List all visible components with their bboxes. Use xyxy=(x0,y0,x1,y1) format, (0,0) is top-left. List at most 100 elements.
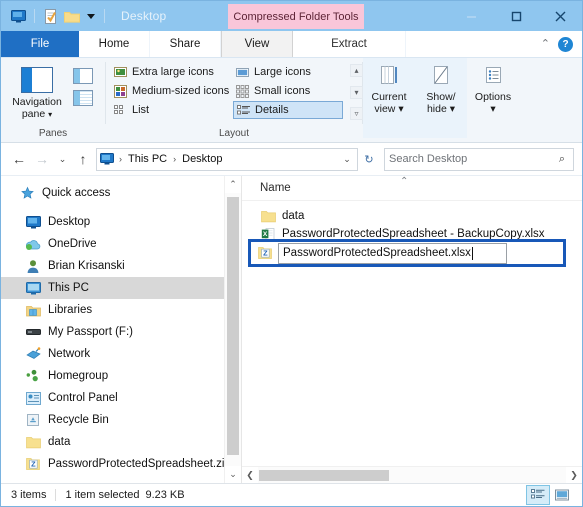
minimize-button[interactable] xyxy=(450,1,494,31)
sort-ascending-icon: ⌃ xyxy=(400,176,409,187)
layout-medium-icons[interactable]: Medium-sized icons xyxy=(111,82,233,100)
navigation-pane: Quick access Desktop OneDrive Brian Kris… xyxy=(1,176,241,483)
sidebar-item-network[interactable]: Network xyxy=(1,343,241,365)
scrollbar-track[interactable] xyxy=(225,193,241,466)
chevron-down-icon[interactable]: ▾ xyxy=(450,103,455,115)
options-button[interactable]: Options ▾ xyxy=(467,58,519,138)
current-view-button[interactable]: Current view ▾ xyxy=(363,58,415,138)
scrollbar-thumb[interactable] xyxy=(259,470,389,481)
sidebar-item-label: Network xyxy=(48,348,91,360)
search-icon: ⌕ xyxy=(558,152,566,165)
layout-gallery-scroll[interactable]: ▴ ▾ ▿ xyxy=(350,63,363,120)
breadcrumb-desktop[interactable]: Desktop xyxy=(180,153,224,165)
collapse-ribbon-icon[interactable]: ⌃ xyxy=(541,38,550,50)
close-button[interactable] xyxy=(538,1,582,31)
homegroup-icon xyxy=(25,368,41,384)
chevron-down-icon[interactable]: ▾ xyxy=(48,110,52,119)
address-bar[interactable]: › This PC › Desktop ⌄ xyxy=(96,147,358,171)
sidebar-item-password-protected-spreadsheet-zip[interactable]: Z PasswordProtectedSpreadsheet.zip xyxy=(1,453,241,475)
forward-button[interactable]: → xyxy=(32,148,52,170)
sidebar-item-control-panel[interactable]: Control Panel xyxy=(1,387,241,409)
tab-extract[interactable]: Extract xyxy=(293,31,406,57)
tab-share[interactable]: Share xyxy=(150,31,221,57)
sidebar-item-quick-access[interactable]: Quick access xyxy=(1,182,241,204)
large-icons-view-button[interactable] xyxy=(551,486,573,504)
breadcrumb-this-pc[interactable]: This PC xyxy=(126,153,169,165)
navigation-pane-scrollbar[interactable]: ⌃ ⌄ xyxy=(224,176,241,483)
new-folder-icon[interactable] xyxy=(63,8,80,25)
qat-divider xyxy=(34,9,35,23)
details-icon xyxy=(237,104,250,117)
ribbon-group-panes: Navigation pane ▾ Panes xyxy=(1,58,105,142)
gallery-expand-icon[interactable]: ▿ xyxy=(350,107,363,120)
scroll-up-icon[interactable]: ⌃ xyxy=(225,176,241,193)
chevron-down-icon[interactable]: ▾ xyxy=(490,103,495,115)
refresh-icon[interactable]: ↻ xyxy=(361,153,377,166)
layout-large-icons[interactable]: Large icons xyxy=(233,63,343,81)
layout-label: Details xyxy=(255,104,289,116)
address-dropdown-icon[interactable]: ⌄ xyxy=(340,154,354,165)
show-hide-button[interactable]: Show/ hide ▾ xyxy=(415,58,467,138)
details-pane-button[interactable] xyxy=(73,90,93,106)
chevron-down-icon[interactable]: ▾ xyxy=(398,103,403,115)
sidebar-item-homegroup[interactable]: Homegroup xyxy=(1,365,241,387)
properties-icon[interactable] xyxy=(42,8,59,25)
back-button[interactable]: ← xyxy=(9,148,29,170)
zip-icon: Z xyxy=(257,245,273,261)
desktop-icon[interactable] xyxy=(10,8,27,25)
sidebar-item-this-pc[interactable]: This PC xyxy=(1,277,241,299)
up-button[interactable]: ↑ xyxy=(73,148,93,170)
zip-icon: Z xyxy=(25,456,41,472)
sidebar-item-data[interactable]: data xyxy=(1,431,241,453)
sidebar-item-libraries[interactable]: Libraries xyxy=(1,299,241,321)
tab-home[interactable]: Home xyxy=(79,31,150,57)
network-icon xyxy=(25,346,41,362)
layout-small-icons[interactable]: Small icons xyxy=(233,82,343,100)
navigation-pane-button[interactable]: Navigation pane ▾ xyxy=(1,63,73,121)
scrollbar-track[interactable] xyxy=(258,467,566,483)
search-input[interactable]: Search Desktop xyxy=(389,153,555,165)
tab-view[interactable]: View xyxy=(221,31,293,57)
list-item-label: data xyxy=(282,210,305,222)
sidebar-item-desktop[interactable]: Desktop xyxy=(1,211,241,233)
layout-details[interactable]: Details xyxy=(233,101,343,119)
scroll-down-icon[interactable]: ▾ xyxy=(350,85,363,99)
sidebar-item-label: Quick access xyxy=(42,187,111,199)
sidebar-item-label: Control Panel xyxy=(48,392,118,404)
layout-extra-large-icons[interactable]: Extra large icons xyxy=(111,63,233,81)
tab-file[interactable]: File xyxy=(1,31,79,57)
layout-list[interactable]: List xyxy=(111,101,233,119)
chevron-down-icon[interactable] xyxy=(84,10,97,23)
window-controls xyxy=(450,1,582,31)
rename-input[interactable]: PasswordProtectedSpreadsheet.xlsx xyxy=(278,242,507,264)
sidebar-item-label: Brian Krisanski xyxy=(48,260,125,272)
recent-locations-button[interactable]: ⌄ xyxy=(55,148,70,170)
search-box[interactable]: Search Desktop ⌕ xyxy=(384,147,574,171)
scroll-right-icon[interactable]: ❯ xyxy=(566,470,582,481)
details-view-button[interactable] xyxy=(526,485,550,505)
ribbon-group-label-layout: Layout xyxy=(218,128,250,139)
sidebar-item-brian-krisanski[interactable]: Brian Krisanski xyxy=(1,255,241,277)
sidebar-item-recycle-bin[interactable]: Recycle Bin xyxy=(1,409,241,431)
scroll-left-icon[interactable]: ❮ xyxy=(242,470,258,481)
layout-label: Extra large icons xyxy=(132,66,214,78)
sidebar-item-my-passport[interactable]: My Passport (F:) xyxy=(1,321,241,343)
help-icon[interactable]: ? xyxy=(558,36,573,52)
contextual-tab-title: Compressed Folder Tools xyxy=(228,4,364,29)
maximize-button[interactable] xyxy=(494,1,538,31)
scrollbar-thumb[interactable] xyxy=(227,197,239,455)
preview-pane-button[interactable] xyxy=(73,68,93,84)
column-header-name[interactable]: Name xyxy=(242,182,291,194)
status-divider xyxy=(55,489,57,501)
sidebar-item-label: OneDrive xyxy=(48,238,97,250)
scroll-up-icon[interactable]: ▴ xyxy=(350,64,363,77)
file-list-horizontal-scrollbar[interactable]: ❮ ❯ xyxy=(242,466,582,483)
list-item[interactable]: data xyxy=(242,207,582,225)
current-view-icon xyxy=(376,62,402,88)
scroll-down-icon[interactable]: ⌄ xyxy=(225,466,241,483)
list-icon xyxy=(114,104,127,117)
sidebar-item-onedrive[interactable]: OneDrive xyxy=(1,233,241,255)
layout-label: Small icons xyxy=(254,85,311,97)
layout-label: Medium-sized icons xyxy=(132,85,230,97)
star-icon xyxy=(19,185,35,201)
